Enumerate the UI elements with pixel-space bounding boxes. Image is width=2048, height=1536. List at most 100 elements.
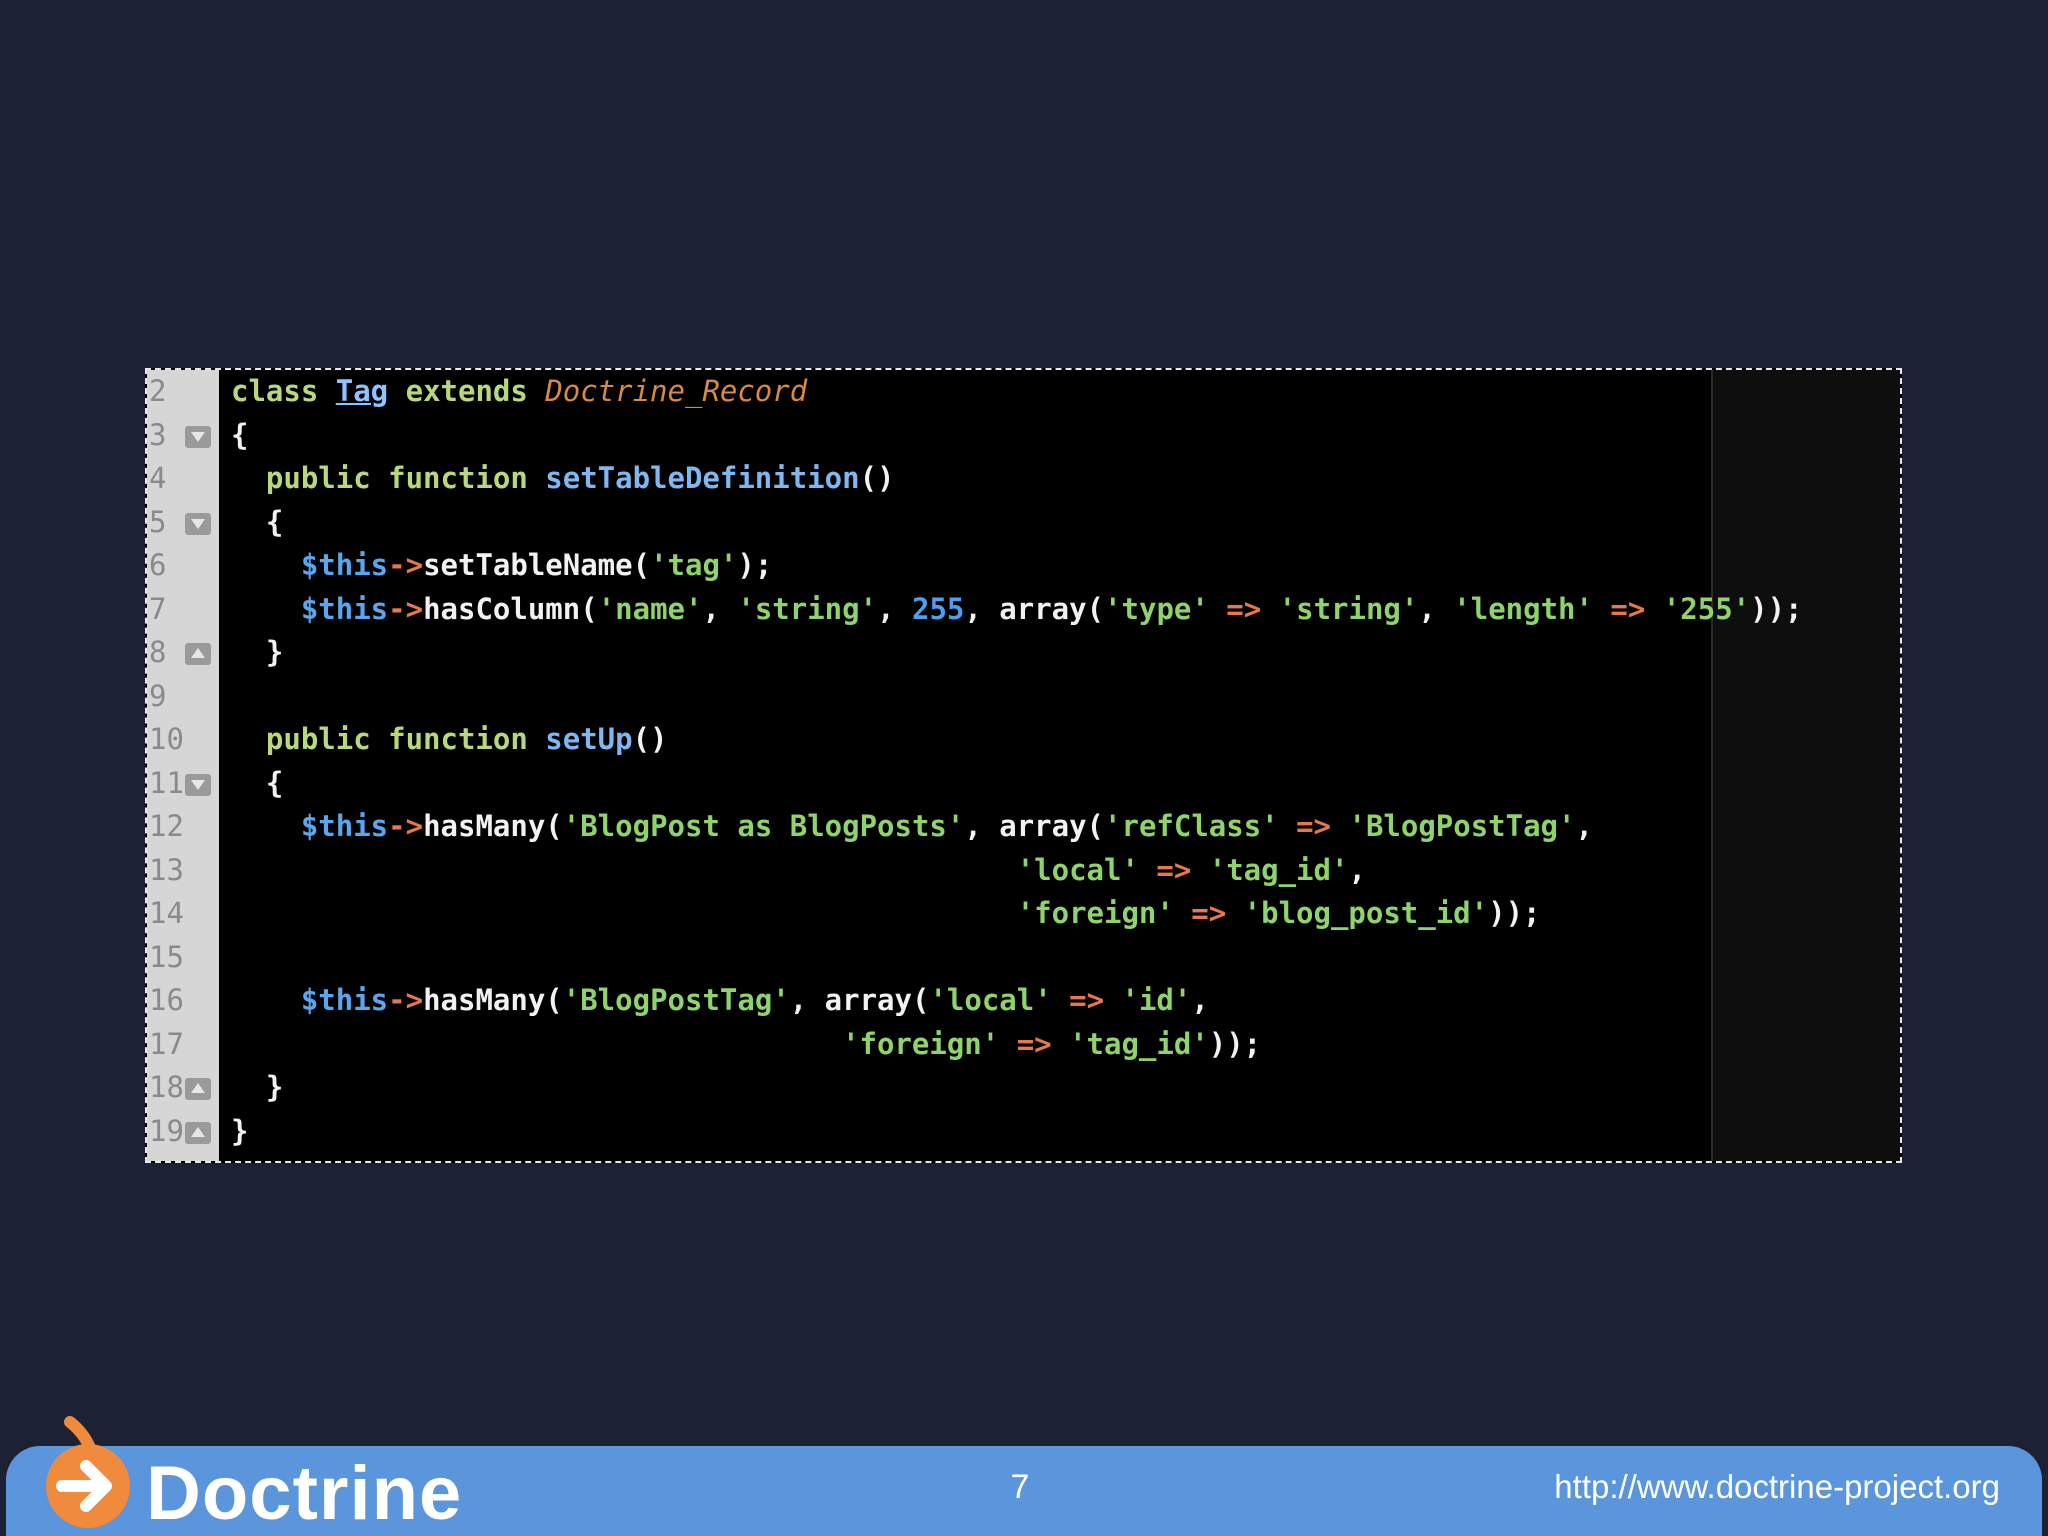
- code-token: ,: [877, 591, 912, 626]
- line-number: 14: [149, 896, 184, 930]
- code-line: 5 {: [147, 501, 1900, 545]
- code-screenshot: 2 class Tag extends Doctrine_Record 3 {4 pu…: [145, 368, 1902, 1163]
- line-number: 19: [149, 1113, 184, 1148]
- code-line: 4 public function setTableDefinition(): [147, 457, 1900, 501]
- line-number: 13: [149, 852, 184, 887]
- code-token: ,: [1575, 809, 1593, 843]
- code-token: 'name': [597, 591, 703, 626]
- code-token: $this: [300, 591, 389, 626]
- code-token: 'tag_id': [1069, 1026, 1209, 1061]
- code-token: =>: [1592, 591, 1663, 626]
- code-token: 'length': [1453, 591, 1593, 626]
- code-text: 'local' => 'tag_id',: [231, 849, 1366, 893]
- line-number: 5: [149, 504, 167, 539]
- code-token: Doctrine_Record: [545, 374, 808, 408]
- code-token: }: [231, 1070, 284, 1104]
- code-token: hasColumn(: [423, 591, 598, 626]
- line-number: 10: [149, 722, 184, 756]
- code-line: 15: [147, 936, 1900, 980]
- code-line: 13 'local' => 'tag_id',: [147, 849, 1900, 893]
- fold-end-icon[interactable]: [185, 1121, 211, 1144]
- code-text: {: [231, 414, 248, 458]
- code-token: public function: [265, 461, 546, 495]
- code-token: setTableDefinition: [545, 461, 860, 495]
- code-line: 10 public function setUp(): [147, 718, 1900, 762]
- code-token: ,: [1418, 591, 1454, 626]
- code-token: $this: [300, 809, 389, 843]
- line-number: 12: [149, 809, 184, 843]
- code-token: =>: [1138, 852, 1209, 887]
- code-token: ,: [702, 591, 738, 626]
- line-number: 3: [149, 417, 167, 452]
- code-token: 'BlogPostTag': [1348, 809, 1576, 843]
- code-text: $this->hasColumn('name', 'string', 255, …: [231, 588, 1803, 632]
- fold-end-icon[interactable]: [185, 1078, 211, 1100]
- code-token: 'BlogPost as BlogPosts': [562, 809, 965, 843]
- line-number: 9: [149, 678, 167, 713]
- code-token: ,: [1191, 983, 1209, 1017]
- code-token: , array(: [964, 809, 1105, 843]
- code-token: =>: [1173, 896, 1244, 930]
- code-token: setUp: [545, 722, 633, 756]
- code-line: 2 class Tag extends Doctrine_Record: [147, 370, 1900, 414]
- fold-collapse-icon[interactable]: [185, 512, 211, 535]
- code-line: 18 }: [147, 1066, 1900, 1110]
- code-token: ));: [1208, 1026, 1262, 1061]
- code-token: 'foreign': [1016, 896, 1174, 930]
- code-token: class: [231, 374, 336, 408]
- code-token: );: [737, 548, 773, 582]
- code-text: }: [231, 1110, 248, 1154]
- fold-collapse-icon[interactable]: [185, 425, 211, 448]
- line-number: 8: [149, 635, 167, 669]
- code-token: 'string': [1278, 591, 1419, 626]
- code-token: =>: [1208, 591, 1279, 626]
- code-token: {: [231, 504, 284, 539]
- code-token: $this: [300, 548, 389, 582]
- code-token: setTableName(: [423, 548, 651, 582]
- fold-end-icon[interactable]: [185, 643, 211, 665]
- code-line: 7 $this->hasColumn('name', 'string', 255…: [147, 588, 1900, 632]
- code-token: 'id': [1121, 983, 1192, 1017]
- code-lines: 2 class Tag extends Doctrine_Record 3 {4 pu…: [147, 370, 1900, 1153]
- page-number: 7: [1010, 1468, 1030, 1506]
- code-token: 255: [911, 591, 965, 626]
- code-token: ,: [1348, 852, 1366, 887]
- code-text: {: [231, 501, 283, 545]
- code-text: $this->hasMany('BlogPost as BlogPosts', …: [231, 805, 1593, 849]
- code-text: public function setTableDefinition(): [231, 457, 895, 501]
- footer-url: http://www.doctrine-project.org: [1554, 1468, 2000, 1505]
- code-token: 'BlogPostTag': [562, 983, 790, 1017]
- code-text: }: [231, 1066, 283, 1110]
- code-text: class Tag extends Doctrine_Record: [231, 370, 807, 414]
- code-token: ->: [388, 983, 424, 1017]
- code-text: $this->setTableName('tag');: [231, 544, 772, 588]
- code-token: {: [231, 417, 249, 452]
- brand-name: Doctrine: [146, 1451, 463, 1536]
- code-line: 6 $this->setTableName('tag');: [147, 544, 1900, 588]
- code-token: 'refClass': [1104, 809, 1279, 843]
- doctrine-logo-icon: [46, 1416, 130, 1528]
- line-number: 7: [149, 591, 167, 626]
- code-token: , array(: [964, 591, 1105, 626]
- code-text: 'foreign' => 'tag_id'));: [231, 1023, 1261, 1067]
- fold-collapse-icon[interactable]: [185, 773, 211, 796]
- code-text: $this->hasMany('BlogPostTag', array('loc…: [231, 979, 1209, 1023]
- code-token: 'tag_id': [1208, 852, 1349, 887]
- code-text: 'foreign' => 'blog_post_id'));: [231, 892, 1541, 936]
- code-token: ->: [388, 591, 424, 626]
- code-token: hasMany(: [423, 983, 563, 1017]
- line-number: 11: [149, 765, 184, 800]
- code-token: Tag: [335, 374, 389, 408]
- code-token: (): [632, 722, 668, 756]
- code-token: }: [231, 1113, 249, 1148]
- code-line: 14 'foreign' => 'blog_post_id'));: [147, 892, 1900, 936]
- code-token: 'blog_post_id': [1243, 896, 1489, 930]
- code-token: public function: [265, 722, 546, 756]
- code-token: ->: [388, 548, 424, 582]
